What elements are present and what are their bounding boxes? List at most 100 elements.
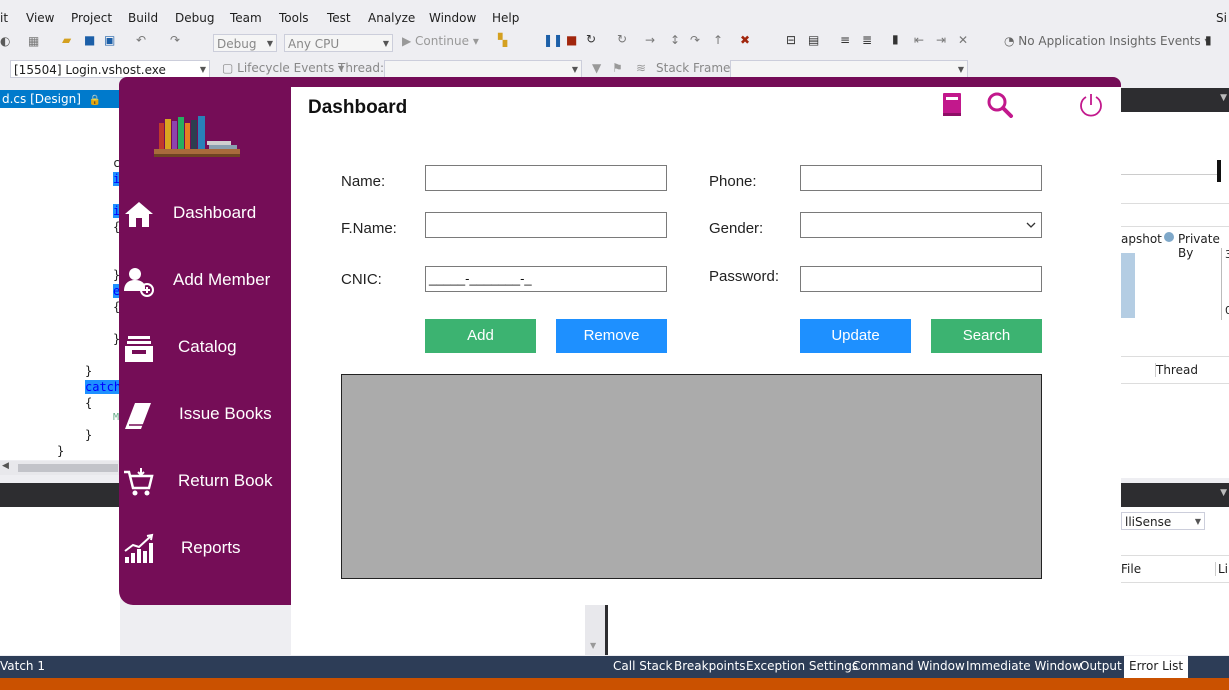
step-up-icon[interactable]: ↑ bbox=[713, 33, 723, 47]
show-next-statement-icon[interactable]: ↻ bbox=[617, 32, 627, 46]
tab-command-window[interactable]: Command Window bbox=[852, 659, 965, 673]
update-button[interactable]: Update bbox=[800, 319, 911, 353]
power-icon[interactable] bbox=[1078, 92, 1104, 118]
cnic-masked-input[interactable]: _____-_______-_ bbox=[425, 266, 667, 292]
insights-button[interactable]: ◔ No Application Insights Events ▾ bbox=[1004, 34, 1211, 48]
code-editor[interactable]: c i i { } e { } } catch { M } } bbox=[0, 108, 122, 460]
sidebar-item-catalog[interactable]: Catalog bbox=[119, 326, 291, 382]
undo-icon[interactable]: ↶ bbox=[136, 33, 146, 47]
password-input[interactable] bbox=[800, 266, 1042, 292]
sidebar-item-return-book[interactable]: Return Book bbox=[119, 460, 291, 516]
new-project-icon[interactable]: ▦ bbox=[28, 34, 39, 48]
sidebar-item-reports[interactable]: Reports bbox=[119, 527, 291, 583]
menu-item-edit[interactable]: it bbox=[0, 11, 8, 25]
step-out-icon[interactable]: ↷ bbox=[690, 33, 700, 47]
menu-item-team[interactable]: Team bbox=[230, 11, 262, 25]
save-icon[interactable]: ■ bbox=[84, 33, 95, 47]
insights-label: No Application Insights Events bbox=[1018, 34, 1201, 48]
comment-icon[interactable]: ≡ bbox=[840, 33, 850, 47]
fname-input[interactable] bbox=[425, 212, 667, 238]
restart-icon[interactable]: ↻ bbox=[586, 32, 596, 46]
sidebar-item-dashboard[interactable]: Dashboard bbox=[119, 192, 291, 248]
menu-item-help[interactable]: Help bbox=[492, 11, 519, 25]
save-all-icon[interactable]: ▣ bbox=[104, 33, 115, 47]
flag-icon[interactable]: ⚑ bbox=[612, 61, 623, 75]
menu-item-view[interactable]: View bbox=[26, 11, 54, 25]
stack-icon[interactable]: ≋ bbox=[636, 61, 646, 75]
prev-bookmark-icon[interactable]: ⇤ bbox=[914, 33, 924, 47]
clear-bookmarks-icon[interactable]: ✕ bbox=[958, 33, 968, 47]
thread-column-header[interactable]: Thread bbox=[1155, 363, 1198, 377]
stack-frame-combo[interactable]: ▼ bbox=[730, 60, 968, 78]
tab-call-stack[interactable]: Call Stack bbox=[613, 659, 672, 673]
next-bookmark-icon[interactable]: ⇥ bbox=[936, 33, 946, 47]
code-line: } bbox=[85, 364, 93, 378]
intellisense-filter-combo[interactable]: lliSense ▼ bbox=[1121, 512, 1205, 530]
snapshot-label: apshot bbox=[1121, 232, 1162, 246]
editor-horizontal-scrollbar[interactable]: ◀ bbox=[0, 461, 122, 475]
menu-item-analyze[interactable]: Analyze bbox=[368, 11, 415, 25]
tab-exception-settings[interactable]: Exception Settings bbox=[746, 659, 858, 673]
thread-icon[interactable]: ⊟ bbox=[786, 33, 796, 47]
timeline-ruler bbox=[1121, 162, 1221, 175]
tab-watch[interactable]: Vatch 1 bbox=[0, 659, 45, 673]
menu-item-build[interactable]: Build bbox=[128, 11, 158, 25]
tab-error-list[interactable]: Error List bbox=[1124, 656, 1189, 678]
stop-icon[interactable]: ■ bbox=[566, 33, 577, 47]
chevron-down-icon[interactable]: ▼ bbox=[1220, 93, 1227, 103]
line-column-header[interactable]: Li bbox=[1215, 562, 1228, 576]
platform-combo[interactable]: Any CPU ▼ bbox=[284, 34, 393, 52]
chevron-down-icon[interactable]: ▼ bbox=[1220, 488, 1227, 498]
lifecycle-events-button[interactable]: ▢ Lifecycle Events ▾ bbox=[222, 61, 344, 75]
continue-button[interactable]: ▶ Continue ▾ bbox=[402, 34, 479, 48]
toolbar-overflow-icon[interactable]: ▮ bbox=[1205, 33, 1212, 47]
step-over-icon[interactable]: ↕ bbox=[670, 33, 680, 47]
sidebar-item-issue-books[interactable]: Issue Books bbox=[119, 393, 291, 449]
legend-dot-icon bbox=[1164, 232, 1174, 242]
search-button[interactable]: Search bbox=[931, 319, 1042, 353]
uncomment-icon[interactable]: ≣ bbox=[862, 33, 872, 47]
vertical-scrollbar[interactable]: ▼ bbox=[585, 605, 605, 655]
menu-item-debug[interactable]: Debug bbox=[175, 11, 214, 25]
scroll-down-icon[interactable]: ▼ bbox=[590, 641, 596, 650]
pause-icon[interactable]: ❚❚ bbox=[543, 33, 563, 47]
search-icon[interactable] bbox=[986, 92, 1014, 118]
name-input[interactable] bbox=[425, 165, 667, 191]
menu-item-project[interactable]: Project bbox=[71, 11, 112, 25]
threads-icon[interactable]: ▤ bbox=[808, 33, 819, 47]
breakpoint-toggle-icon[interactable]: ✖ bbox=[740, 33, 750, 47]
filter-icon[interactable]: ▼ bbox=[592, 61, 601, 75]
menu-item-tools[interactable]: Tools bbox=[279, 11, 309, 25]
tab-output[interactable]: Output bbox=[1080, 659, 1122, 673]
tab-immediate-window[interactable]: Immediate Window bbox=[966, 659, 1082, 673]
book-icon[interactable] bbox=[941, 92, 963, 118]
menu-item-test[interactable]: Test bbox=[327, 11, 351, 25]
right-panel-header: ▼ bbox=[1121, 88, 1229, 112]
phone-input[interactable] bbox=[800, 165, 1042, 191]
process-combo[interactable]: [15504] Login.vshost.exe ▼ bbox=[10, 60, 210, 78]
tab-breakpoints[interactable]: Breakpoints bbox=[674, 659, 745, 673]
scroll-left-icon[interactable]: ◀ bbox=[2, 461, 9, 471]
thread-combo[interactable]: ▼ bbox=[384, 60, 582, 78]
add-button[interactable]: Add bbox=[425, 319, 536, 353]
home-icon bbox=[125, 202, 153, 227]
diagnostic-tools-panel: apshot Private By 3 0 Thread bbox=[1121, 88, 1229, 478]
nav-back-icon[interactable]: ◐ bbox=[0, 34, 10, 48]
vs-menu-bar: it View Project Build Debug Team Tools T… bbox=[0, 0, 1229, 30]
bookmark-icon[interactable]: ▮ bbox=[892, 32, 899, 46]
file-column-header[interactable]: File bbox=[1121, 562, 1141, 576]
members-data-grid[interactable] bbox=[341, 374, 1042, 579]
sidebar-item-add-member[interactable]: Add Member bbox=[119, 259, 291, 315]
redo-icon[interactable]: ↷ bbox=[170, 33, 180, 47]
scrollbar-thumb[interactable] bbox=[18, 464, 118, 472]
menu-item-window[interactable]: Window bbox=[429, 11, 476, 25]
sign-in-link[interactable]: Si bbox=[1216, 11, 1227, 25]
step-into-icon[interactable]: → bbox=[645, 33, 655, 47]
open-folder-icon[interactable]: ▰ bbox=[62, 33, 71, 47]
config-combo[interactable]: Debug ▼ bbox=[213, 34, 277, 52]
panel-divider bbox=[605, 605, 608, 655]
process-icon[interactable]: ▚ bbox=[498, 33, 507, 47]
remove-button[interactable]: Remove bbox=[556, 319, 667, 353]
gender-select[interactable] bbox=[800, 212, 1042, 238]
designer-document-tab[interactable]: d.cs [Design] 🔒 bbox=[0, 90, 120, 108]
